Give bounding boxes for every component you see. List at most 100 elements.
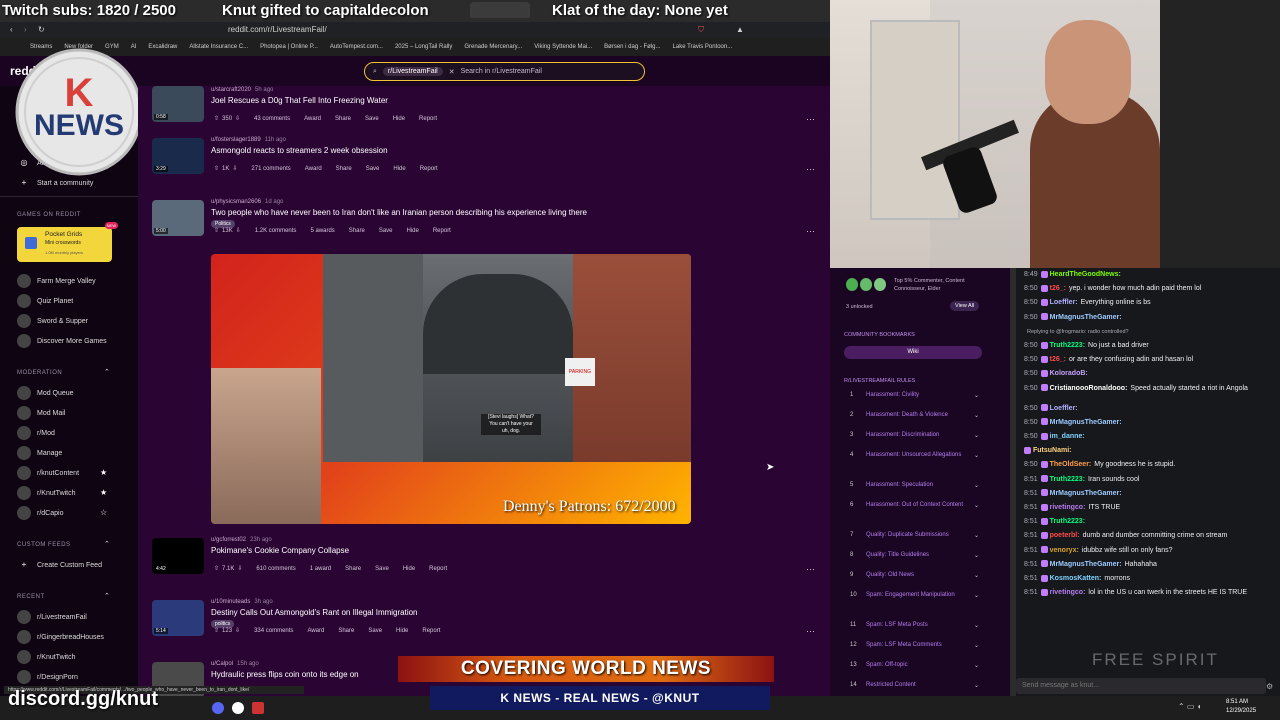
post-author[interactable]: u/gcforrest02 23h ago bbox=[211, 537, 272, 543]
create-custom-feed-button[interactable]: + Create Custom Feed bbox=[17, 558, 132, 572]
chevron-down-icon[interactable]: ⌄ bbox=[974, 572, 979, 579]
post-title[interactable]: Asmongold reacts to streamers 2 week obs… bbox=[211, 146, 388, 155]
bookmark-item[interactable]: Grenade Mercenary... bbox=[464, 44, 522, 50]
chat-input[interactable]: Send message as knut... bbox=[1016, 678, 1266, 694]
report-button[interactable]: Report bbox=[419, 116, 437, 122]
vote-control[interactable]: ⇧ 350 ⇩ bbox=[214, 115, 240, 122]
chat-username[interactable]: Truth2223: bbox=[1050, 476, 1085, 483]
search-community-chip[interactable]: r/LivestreamFail bbox=[382, 67, 443, 76]
post-title[interactable]: Pokimane's Cookie Company Collapse bbox=[211, 546, 349, 555]
chat-username[interactable]: MrMagnusTheGamer: bbox=[1050, 314, 1122, 321]
rule-item[interactable]: 4 Harassment: Unsourced Allegations ⌄ bbox=[850, 452, 990, 459]
chat-username[interactable]: t26_: bbox=[1050, 285, 1066, 292]
downvote-icon[interactable]: ⇩ bbox=[235, 628, 240, 634]
star-icon[interactable]: ☆ bbox=[100, 508, 107, 517]
more-options-icon[interactable]: ⋯ bbox=[806, 626, 815, 637]
rule-item[interactable]: 8 Quality: Title Guidelines ⌄ bbox=[850, 552, 990, 559]
post-author[interactable]: u/10minuteads 3h ago bbox=[211, 599, 273, 605]
rule-item[interactable]: 14 Restricted Content ⌄ bbox=[850, 682, 990, 689]
sidebar-recent-item[interactable]: r/GingerbreadHouses bbox=[17, 630, 132, 644]
browser-taskbar-icon[interactable] bbox=[232, 702, 244, 714]
award-button[interactable]: Award bbox=[304, 116, 321, 122]
upvote-icon[interactable]: ⇧ bbox=[214, 628, 219, 634]
hide-button[interactable]: Hide bbox=[393, 116, 405, 122]
bookmark-item[interactable]: Excalidraw bbox=[148, 44, 177, 50]
comments-button[interactable]: 271 comments bbox=[251, 166, 290, 172]
more-options-icon[interactable]: ⋯ bbox=[806, 564, 815, 575]
chat-username[interactable]: Loeffler: bbox=[1050, 405, 1078, 412]
award-button[interactable]: Award bbox=[305, 166, 322, 172]
chat-username[interactable]: HeardTheGoodNews: bbox=[1050, 271, 1121, 278]
sidebar-mod-item[interactable]: r/knutContent bbox=[17, 466, 132, 480]
rule-item[interactable]: 5 Harassment: Speculation ⌄ bbox=[850, 482, 990, 489]
sidebar-recent-item[interactable]: r/LivestreamFail bbox=[17, 610, 132, 624]
vote-control[interactable]: ⇧ 13K ⇩ bbox=[214, 227, 241, 234]
rule-item[interactable]: 2 Harassment: Death & Violence ⌄ bbox=[850, 412, 990, 419]
chevron-down-icon[interactable]: ⌄ bbox=[974, 502, 979, 509]
more-options-icon[interactable]: ⋯ bbox=[806, 226, 815, 237]
chat-username[interactable]: MrMagnusTheGamer: bbox=[1050, 419, 1122, 426]
chat-username[interactable]: TheOldSeer: bbox=[1050, 461, 1092, 468]
more-options-icon[interactable]: ⋯ bbox=[806, 164, 815, 175]
bookmark-item[interactable]: Lake Travis Pontoon... bbox=[673, 44, 733, 50]
hide-button[interactable]: Hide bbox=[407, 228, 419, 234]
chevron-down-icon[interactable]: ⌄ bbox=[974, 662, 979, 669]
share-button[interactable]: Share bbox=[336, 166, 352, 172]
chat-username[interactable]: KosmosKatten: bbox=[1050, 575, 1102, 582]
downvote-icon[interactable]: ⇩ bbox=[236, 228, 241, 234]
chat-username[interactable]: MrMagnusTheGamer: bbox=[1050, 490, 1122, 497]
author-name[interactable]: u/starcraft2020 bbox=[211, 87, 251, 93]
save-button[interactable]: Save bbox=[375, 566, 389, 572]
chevron-down-icon[interactable]: ⌄ bbox=[974, 552, 979, 559]
rule-item[interactable]: 7 Quality: Duplicate Submissions ⌄ bbox=[850, 532, 990, 539]
downvote-icon[interactable]: ⇩ bbox=[237, 566, 242, 572]
sidebar-mod-item[interactable]: Mod Queue bbox=[17, 386, 132, 400]
save-button[interactable]: Save bbox=[379, 228, 393, 234]
post-author[interactable]: u/Calpol 15h ago bbox=[211, 661, 259, 667]
system-tray-icon[interactable]: ⌃ ▭ ◖ bbox=[1178, 702, 1202, 711]
chat-username[interactable]: Truth2223: bbox=[1050, 342, 1085, 349]
chat-username[interactable]: MrMagnusTheGamer: bbox=[1050, 561, 1122, 568]
awards-count[interactable]: 5 awards bbox=[310, 228, 334, 234]
author-name[interactable]: u/Calpol bbox=[211, 661, 233, 667]
collapse-custom-icon[interactable]: ⌃ bbox=[104, 540, 110, 548]
collapse-moderation-icon[interactable]: ⌃ bbox=[104, 368, 110, 376]
chevron-down-icon[interactable]: ⌄ bbox=[974, 482, 979, 489]
chevron-down-icon[interactable]: ⌄ bbox=[974, 622, 979, 629]
pocket-grids-card[interactable]: Pocket Grids Mini crosswords 1.0M monthl… bbox=[17, 222, 118, 262]
author-name[interactable]: u/10minuteads bbox=[211, 599, 250, 605]
report-button[interactable]: Report bbox=[429, 566, 447, 572]
chevron-down-icon[interactable]: ⌄ bbox=[974, 392, 979, 399]
rule-item[interactable]: 10 Spam: Engagement Manipulation ⌄ bbox=[850, 592, 990, 599]
sidebar-recent-item[interactable]: r/DesignPorn bbox=[17, 670, 132, 684]
downvote-icon[interactable]: ⇩ bbox=[232, 166, 237, 172]
collapse-recent-icon[interactable]: ⌃ bbox=[104, 592, 110, 600]
sidebar-game-item[interactable]: Sword & Supper bbox=[17, 314, 132, 328]
chat-username[interactable]: Loeffler: bbox=[1050, 299, 1078, 306]
post-author[interactable]: u/starcraft2020 5h ago bbox=[211, 87, 273, 93]
post-thumbnail[interactable]: 5:14 bbox=[152, 600, 204, 636]
bookmark-item[interactable]: Photopea | Online P... bbox=[260, 44, 318, 50]
chevron-down-icon[interactable]: ⌄ bbox=[974, 412, 979, 419]
share-button[interactable]: Share bbox=[335, 116, 351, 122]
chevron-down-icon[interactable]: ⌄ bbox=[974, 432, 979, 439]
report-button[interactable]: Report bbox=[433, 228, 451, 234]
rule-item[interactable]: 9 Quality: Old News ⌄ bbox=[850, 572, 990, 579]
rule-item[interactable]: 13 Spam: Off-topic ⌄ bbox=[850, 662, 990, 669]
sidebar-mod-item[interactable]: r/KnutTwitch bbox=[17, 486, 132, 500]
rule-item[interactable]: 1 Harassment: Civility ⌄ bbox=[850, 392, 990, 399]
comments-button[interactable]: 43 comments bbox=[254, 116, 290, 122]
video-player[interactable]: PARKING [Stevi laughs] What? You can't h… bbox=[211, 254, 691, 524]
chat-username[interactable]: venoryx: bbox=[1050, 547, 1079, 554]
post-title[interactable]: Destiny Calls Out Asmongold's Rant on Il… bbox=[211, 608, 418, 617]
award-button[interactable]: Award bbox=[307, 628, 324, 634]
chat-username[interactable]: KoloradoB: bbox=[1050, 370, 1088, 377]
bookmark-item[interactable]: 2025 – LongTail Rally bbox=[395, 44, 452, 50]
save-button[interactable]: Save bbox=[368, 628, 382, 634]
sidebar-mod-item[interactable]: Mod Mail bbox=[17, 406, 132, 420]
upvote-icon[interactable]: ⇧ bbox=[214, 166, 219, 172]
chat-username[interactable]: CristianoooRonaldooo: bbox=[1050, 385, 1128, 392]
report-button[interactable]: Report bbox=[420, 166, 438, 172]
more-options-icon[interactable]: ⋯ bbox=[806, 114, 815, 125]
sidebar-mod-item[interactable]: Manage bbox=[17, 446, 132, 460]
